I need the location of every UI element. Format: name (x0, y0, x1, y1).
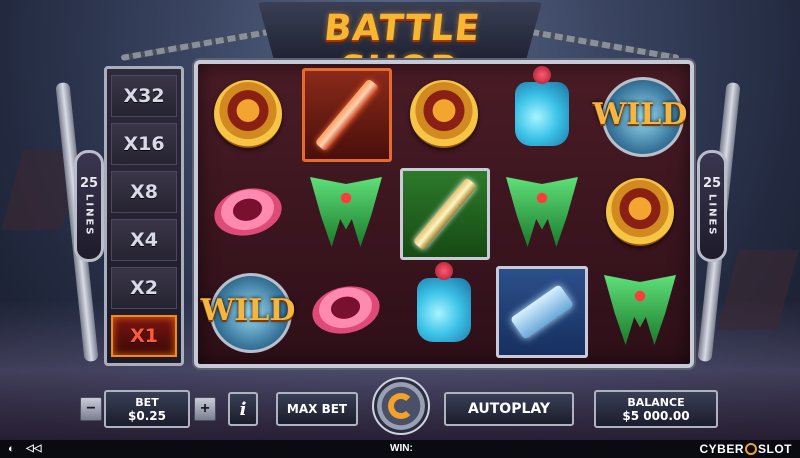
multiplier-x8: X8 (111, 171, 177, 213)
lines-label: LINES (83, 193, 95, 237)
multiplier-ladder: X32 X16 X8 X4 X2 X1 (104, 66, 184, 366)
lines-count: 25 (79, 175, 99, 191)
symbol-shield (396, 66, 492, 162)
brand-right: SLOT (758, 442, 792, 456)
symbol-potion (494, 66, 590, 162)
shield-icon (606, 178, 674, 246)
info-icon: i (239, 398, 247, 420)
shield-icon (410, 80, 478, 148)
shield-icon (214, 80, 282, 148)
reel-grid: WILD WILD (194, 60, 694, 368)
wild-icon: WILD (588, 77, 692, 157)
helm-icon (604, 275, 676, 345)
helm-icon (310, 177, 382, 247)
lines-label: LINES (706, 193, 718, 237)
max-bet-label: MAX BET (286, 402, 348, 416)
bet-increase-button[interactable]: + (194, 397, 216, 421)
multiplier-x1-active: X1 (111, 315, 177, 357)
fire-staff-icon (314, 78, 380, 152)
ring-icon (209, 182, 287, 242)
max-bet-button[interactable]: MAX BET (276, 392, 358, 426)
balance-label: BALANCE (627, 395, 685, 409)
settings-icon[interactable]: ◐ (8, 443, 15, 455)
symbol-shield (200, 66, 296, 162)
ice-hammer-icon (509, 284, 575, 340)
symbol-helm (298, 164, 394, 260)
wild-label: WILD (592, 96, 688, 132)
multiplier-x4: X4 (111, 219, 177, 261)
multiplier-x2: X2 (111, 267, 177, 309)
autoplay-button[interactable]: AUTOPLAY (444, 392, 574, 426)
symbol-potion (396, 262, 492, 358)
symbol-ring (200, 164, 296, 260)
bet-label: BET (135, 395, 159, 409)
helm-icon (506, 177, 578, 247)
info-button[interactable]: i (228, 392, 258, 426)
golden-sword-icon (412, 177, 478, 251)
multiplier-x16: X16 (111, 123, 177, 165)
win-label: WIN: (390, 443, 413, 454)
spin-icon (388, 393, 414, 419)
balance-value: $5 000.00 (622, 408, 690, 423)
multiplier-x32: X32 (111, 75, 177, 117)
symbol-helm (494, 164, 590, 260)
potion-icon (515, 66, 569, 146)
footer-bar: ◐ ◁◁ WIN: CYBER SLOT (0, 440, 800, 458)
brand-circle-icon (745, 443, 757, 455)
symbol-wild: WILD (192, 262, 304, 358)
lines-count: 25 (702, 175, 722, 191)
provider-logo: CYBER SLOT (699, 442, 792, 456)
autoplay-label: AUTOPLAY (467, 401, 551, 417)
sound-icon[interactable]: ◁◁ (26, 443, 41, 454)
ring-icon (307, 280, 385, 340)
bet-display: BET $0.25 (104, 390, 190, 428)
wild-icon: WILD (196, 273, 300, 353)
symbol-wild: WILD (586, 66, 694, 162)
potion-icon (417, 262, 471, 342)
brand-left: CYBER (699, 442, 744, 456)
bet-decrease-button[interactable]: − (80, 397, 102, 421)
lines-badge-left: 25 LINES (74, 150, 104, 262)
symbol-ring (298, 262, 394, 358)
balance-display: BALANCE $5 000.00 (594, 390, 718, 428)
symbol-shield (592, 164, 688, 260)
bet-value: $0.25 (128, 408, 166, 423)
symbol-fire-staff (302, 68, 392, 162)
lines-badge-right: 25 LINES (697, 150, 727, 262)
symbol-golden-sword (400, 168, 490, 260)
wild-label: WILD (200, 292, 296, 328)
spin-button[interactable] (372, 377, 430, 435)
symbol-ice-hammer (496, 266, 588, 358)
symbol-helm (592, 262, 688, 358)
